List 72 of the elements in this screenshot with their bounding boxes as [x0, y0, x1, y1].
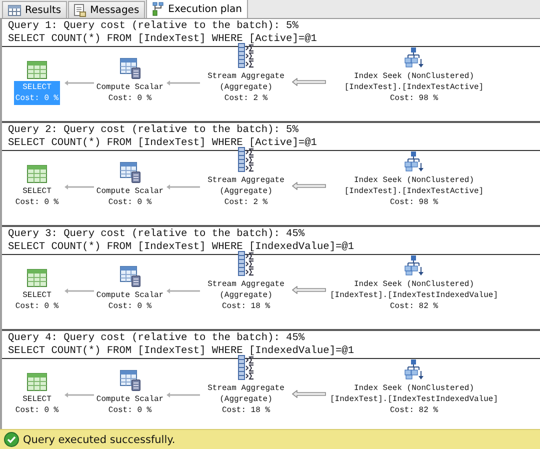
operator-name: SELECT — [22, 82, 52, 93]
cost-text: Cost: 98 % — [388, 93, 439, 104]
operator-detail: [IndexTest].[IndexTestActive] — [344, 82, 484, 93]
table-calculator-icon — [120, 266, 140, 287]
operator-name: Compute Scalar — [96, 290, 164, 301]
operator-name: Index Seek (NonClustered) — [352, 383, 476, 394]
cost-text: Cost: 0 % — [107, 93, 153, 104]
query-cost-text: Query 1: Query cost (relative to the batch): 5% — [8, 20, 300, 32]
query-cost-text: Query 2: Query cost (relative to the batch): 5% — [8, 124, 300, 136]
operator-name: Compute Scalar — [96, 82, 164, 93]
operator-name: Stream Aggregate — [208, 175, 284, 186]
table-calculator-icon — [120, 58, 140, 79]
success-check-icon — [4, 432, 19, 447]
operator-detail: [IndexTest].[IndexTestActive] — [344, 186, 484, 197]
query-statement: SELECT COUNT(*) FROM [IndexTest] WHERE [IndexedValue]=@1 — [8, 344, 356, 357]
cost-text: Cost: 2 % — [223, 197, 269, 208]
index-tree-icon — [404, 359, 424, 380]
query-statement: SELECT COUNT(*) FROM [IndexTest] WHERE [IndexedValue]=@1 — [8, 240, 356, 253]
tab[interactable]: Results — [2, 1, 68, 18]
cost-text: Cost: 98 % — [388, 197, 439, 208]
operator-detail: [IndexTest].[IndexTestIndexedValue] — [330, 394, 498, 405]
tab[interactable]: Messages — [68, 1, 146, 18]
operator-name: SELECT — [22, 186, 52, 197]
table-calculator-icon — [120, 370, 140, 391]
document-icon — [74, 4, 86, 16]
grid-icon — [8, 4, 21, 16]
table-calculator-icon — [120, 162, 140, 183]
index-tree-icon — [404, 255, 424, 276]
table-icon — [27, 165, 47, 183]
plan-icon — [152, 2, 164, 16]
cost-text: Cost: 0 % — [15, 197, 59, 208]
query-cost-text: Query 4: Query cost (relative to the batch): 45% — [8, 332, 306, 344]
index-tree-icon — [404, 47, 424, 68]
operator-name: Index Seek (NonClustered) — [352, 71, 475, 82]
aggregate-icon — [238, 43, 254, 68]
cost-text: Cost: 0 % — [107, 301, 153, 312]
aggregate-icon — [238, 147, 254, 172]
cost-text: Cost: 0 % — [15, 93, 59, 104]
aggregate-icon — [238, 355, 254, 380]
operator-detail: (Aggregate) — [218, 186, 274, 197]
cost-text: Cost: 18 % — [220, 405, 271, 416]
query-cost-text: Query 3: Query cost (relative to the batch): 45% — [8, 228, 306, 240]
operator-name: SELECT — [22, 394, 52, 405]
cost-text: Cost: 0 % — [15, 405, 59, 416]
index-tree-icon — [404, 151, 424, 172]
status-text: Query executed successfully. — [23, 434, 176, 446]
table-icon — [27, 269, 47, 287]
operator-name: Stream Aggregate — [208, 279, 284, 290]
operator-name: Compute Scalar — [96, 394, 164, 405]
table-icon — [27, 61, 47, 79]
cost-text: Cost: 82 % — [388, 301, 439, 312]
operator-name: Stream Aggregate — [208, 71, 284, 82]
cost-text: Cost: 0 % — [107, 197, 153, 208]
cost-text: Cost: 18 % — [220, 301, 271, 312]
operator-name: Stream Aggregate — [208, 383, 284, 394]
operator-detail: (Aggregate) — [218, 82, 274, 93]
operator-name: Index Seek (NonClustered) — [352, 279, 476, 290]
table-icon — [27, 373, 47, 391]
operator-detail: (Aggregate) — [218, 394, 274, 405]
operator-name: Index Seek (NonClustered) — [352, 175, 475, 186]
operator-detail: (Aggregate) — [218, 290, 274, 301]
cost-text: Cost: 82 % — [388, 405, 439, 416]
query-statement: SELECT COUNT(*) FROM [IndexTest] WHERE [Active]=@1 — [8, 136, 318, 149]
cost-text: Cost: 0 % — [107, 405, 153, 416]
operator-name: SELECT — [22, 290, 52, 301]
operator-name: Compute Scalar — [96, 186, 164, 197]
tab[interactable]: Execution plan — [146, 0, 248, 18]
query-statement: SELECT COUNT(*) FROM [IndexTest] WHERE [Active]=@1 — [8, 32, 318, 45]
cost-text: Cost: 0 % — [15, 301, 59, 312]
cost-text: Cost: 2 % — [223, 93, 269, 104]
operator-detail: [IndexTest].[IndexTestIndexedValue] — [330, 290, 498, 301]
aggregate-icon — [238, 251, 254, 276]
